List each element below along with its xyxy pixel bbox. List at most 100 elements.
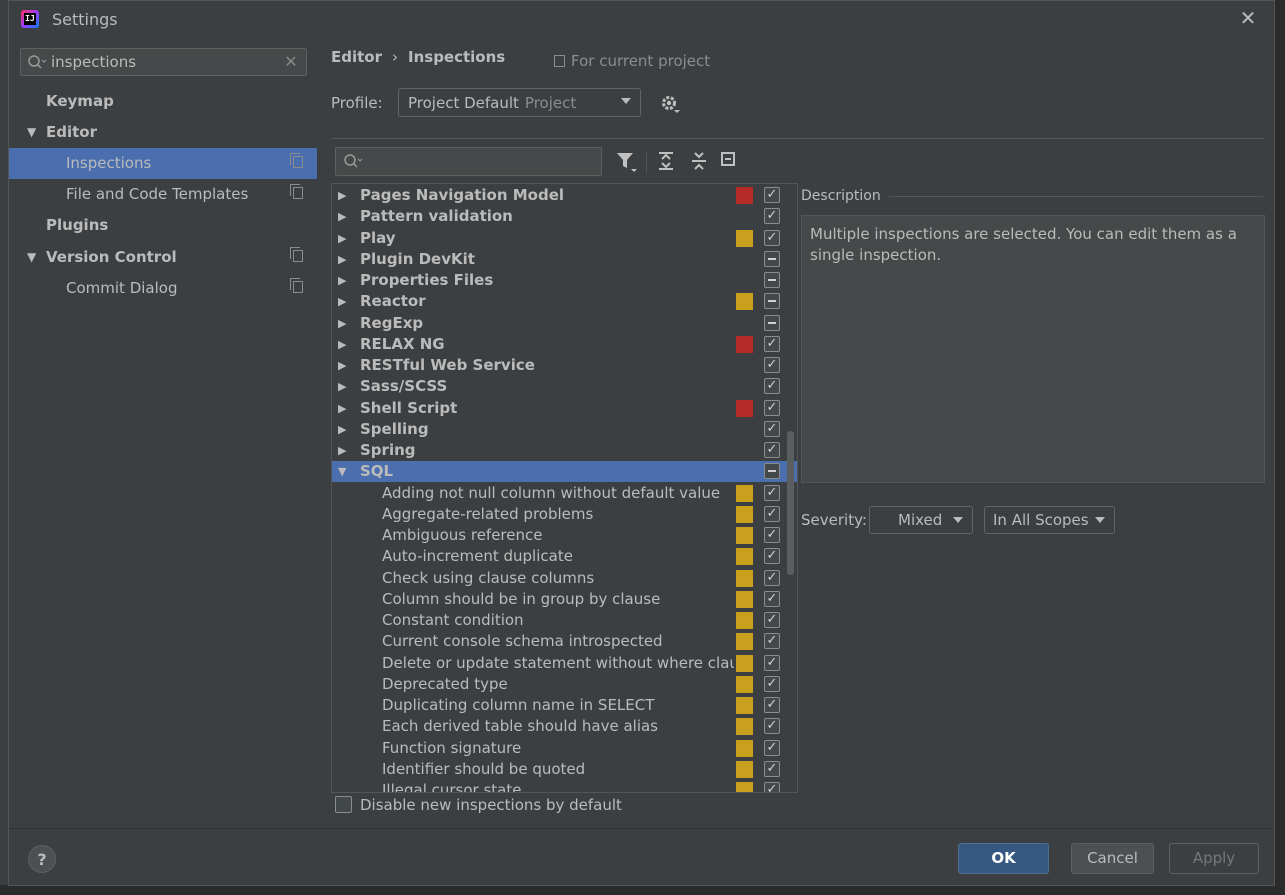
settings-search-input[interactable] <box>51 51 271 73</box>
scrollbar-thumb[interactable] <box>787 431 794 575</box>
close-icon[interactable]: ✕ <box>1238 8 1258 28</box>
inspection-group-row[interactable]: ▶ Pattern validation ✓ <box>332 206 797 227</box>
inspection-row[interactable]: Check using clause columns ✓ <box>332 568 797 589</box>
inspection-row[interactable]: Each derived table should have alias ✓ <box>332 716 797 737</box>
inspection-enabled-checkbox[interactable]: ✓ <box>764 187 780 203</box>
ok-button[interactable]: OK <box>958 843 1049 874</box>
inspection-enabled-checkbox[interactable]: ✓ <box>764 655 780 671</box>
expand-arrow-icon[interactable]: ▶ <box>338 355 346 376</box>
inspection-group-row[interactable]: ▶ RegExp <box>332 313 797 334</box>
inspection-enabled-checkbox[interactable]: ✓ <box>764 485 780 501</box>
expand-arrow-icon[interactable]: ▶ <box>338 291 346 312</box>
inspection-row[interactable]: Identifier should be quoted ✓ <box>332 759 797 780</box>
inspection-search-box[interactable] <box>335 147 602 176</box>
inspection-row[interactable]: Duplicating column name in SELECT ✓ <box>332 695 797 716</box>
inspection-tree[interactable]: ▶ Pages Navigation Model ✓ ▶ Pattern validat… <box>331 183 798 793</box>
expand-arrow-icon[interactable]: ▶ <box>338 249 346 270</box>
inspection-enabled-checkbox[interactable]: ✓ <box>764 378 780 394</box>
inspection-enabled-checkbox[interactable]: ✓ <box>764 740 780 756</box>
expand-arrow-icon[interactable]: ▶ <box>338 185 346 206</box>
inspection-row[interactable]: Deprecated type ✓ <box>332 674 797 695</box>
sidebar-item[interactable]: Plugins <box>9 210 317 241</box>
inspection-enabled-checkbox[interactable] <box>764 315 780 331</box>
sidebar-item[interactable]: ▼ Editor <box>9 117 317 148</box>
help-button[interactable]: ? <box>28 845 56 873</box>
inspection-group-row[interactable]: ▼ SQL <box>332 461 797 482</box>
sidebar-item[interactable]: Commit Dialog <box>9 273 317 304</box>
inspection-enabled-checkbox[interactable]: ✓ <box>764 230 780 246</box>
inspection-enabled-checkbox[interactable]: ✓ <box>764 421 780 437</box>
inspection-enabled-checkbox[interactable]: ✓ <box>764 570 780 586</box>
breadcrumb-editor[interactable]: Editor <box>331 48 382 66</box>
expand-arrow-icon[interactable]: ▶ <box>338 419 346 440</box>
inspection-row[interactable]: Current console schema introspected ✓ <box>332 631 797 652</box>
inspection-enabled-checkbox[interactable]: ✓ <box>764 676 780 692</box>
inspection-row[interactable]: Auto-increment duplicate ✓ <box>332 546 797 567</box>
inspection-row[interactable]: Aggregate-related problems ✓ <box>332 504 797 525</box>
disable-new-inspections-checkbox[interactable] <box>335 796 352 813</box>
inspection-enabled-checkbox[interactable]: ✓ <box>764 633 780 649</box>
clear-search-icon[interactable]: ✕ <box>281 52 301 72</box>
inspection-row[interactable]: Column should be in group by clause ✓ <box>332 589 797 610</box>
sidebar-item[interactable]: ▼ Version Control <box>9 242 317 273</box>
inspection-group-row[interactable]: ▶ RELAX NG ✓ <box>332 334 797 355</box>
expand-arrow-icon[interactable]: ▶ <box>338 270 346 291</box>
inspection-search-input[interactable] <box>366 151 586 172</box>
inspection-row[interactable]: Delete or update statement without where… <box>332 653 797 674</box>
inspection-enabled-checkbox[interactable]: ✓ <box>764 336 780 352</box>
inspection-enabled-checkbox[interactable]: ✓ <box>764 357 780 373</box>
filter-icon[interactable] <box>616 150 637 172</box>
inspection-enabled-checkbox[interactable] <box>764 463 780 479</box>
inspection-enabled-checkbox[interactable]: ✓ <box>764 591 780 607</box>
inspection-row[interactable]: Adding not null column without default v… <box>332 483 797 504</box>
expand-arrow-icon[interactable]: ▶ <box>338 334 346 355</box>
expand-all-icon[interactable] <box>657 151 675 176</box>
inspection-enabled-checkbox[interactable]: ✓ <box>764 506 780 522</box>
inspection-enabled-checkbox[interactable] <box>764 293 780 309</box>
inspection-row[interactable]: Illegal cursor state ✓ <box>332 780 797 792</box>
inspection-enabled-checkbox[interactable]: ✓ <box>764 697 780 713</box>
apply-button[interactable]: Apply <box>1169 843 1259 874</box>
inspection-enabled-checkbox[interactable]: ✓ <box>764 527 780 543</box>
inspection-group-row[interactable]: ▶ Spring ✓ <box>332 440 797 461</box>
expand-arrow-icon[interactable]: ▶ <box>338 206 346 227</box>
settings-search-box[interactable]: ✕ <box>20 48 307 76</box>
inspection-enabled-checkbox[interactable]: ✓ <box>764 400 780 416</box>
inspection-group-row[interactable]: ▶ Plugin DevKit <box>332 249 797 270</box>
inspection-group-row[interactable]: ▶ Spelling ✓ <box>332 419 797 440</box>
expand-arrow-icon[interactable]: ▼ <box>27 117 36 148</box>
inspection-enabled-checkbox[interactable]: ✓ <box>764 612 780 628</box>
disable-new-inspections-label[interactable]: Disable new inspections by default <box>360 796 622 814</box>
inspection-group-row[interactable]: ▶ Pages Navigation Model ✓ <box>332 185 797 206</box>
gear-icon[interactable] <box>660 94 682 121</box>
severity-dropdown[interactable]: Mixed <box>869 506 973 534</box>
profile-dropdown[interactable]: Project Default Project <box>398 88 641 117</box>
inspection-group-row[interactable]: ▶ Play ✓ <box>332 228 797 249</box>
scope-dropdown[interactable]: In All Scopes <box>984 506 1115 534</box>
inspection-group-row[interactable]: ▶ Reactor <box>332 291 797 312</box>
inspection-enabled-checkbox[interactable]: ✓ <box>764 782 780 792</box>
sidebar-item[interactable]: Inspections <box>9 148 317 179</box>
inspection-row[interactable]: Ambiguous reference ✓ <box>332 525 797 546</box>
inspection-enabled-checkbox[interactable] <box>764 251 780 267</box>
inspection-enabled-checkbox[interactable]: ✓ <box>764 548 780 564</box>
expand-arrow-icon[interactable]: ▶ <box>338 376 346 397</box>
inspection-enabled-checkbox[interactable]: ✓ <box>764 761 780 777</box>
inspection-group-row[interactable]: ▶ Properties Files <box>332 270 797 291</box>
sidebar-item[interactable]: File and Code Templates <box>9 179 317 210</box>
inspection-group-row[interactable]: ▶ RESTful Web Service ✓ <box>332 355 797 376</box>
expand-arrow-icon[interactable]: ▶ <box>338 313 346 334</box>
expand-arrow-icon[interactable]: ▶ <box>338 440 346 461</box>
cancel-button[interactable]: Cancel <box>1071 843 1154 874</box>
expand-arrow-icon[interactable]: ▶ <box>338 228 346 249</box>
collapse-arrow-icon[interactable]: ▼ <box>338 461 346 482</box>
inspection-row[interactable]: Constant condition ✓ <box>332 610 797 631</box>
inspection-row[interactable]: Function signature ✓ <box>332 738 797 759</box>
inspection-enabled-checkbox[interactable]: ✓ <box>764 208 780 224</box>
sidebar-item[interactable]: Keymap <box>9 86 317 117</box>
inspection-group-row[interactable]: ▶ Shell Script ✓ <box>332 398 797 419</box>
reset-to-default-icon[interactable] <box>721 152 735 166</box>
inspection-group-row[interactable]: ▶ Sass/SCSS ✓ <box>332 376 797 397</box>
expand-arrow-icon[interactable]: ▼ <box>27 242 36 273</box>
inspection-enabled-checkbox[interactable]: ✓ <box>764 442 780 458</box>
